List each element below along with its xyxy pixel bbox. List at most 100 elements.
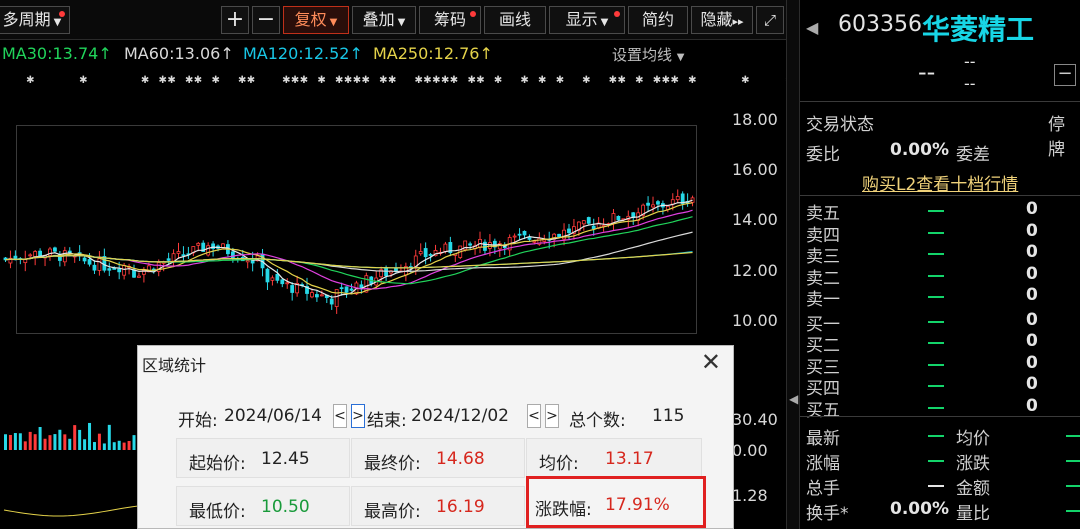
candle-body [171,253,176,262]
display-dropdown[interactable]: 显示 ▼ [549,6,625,34]
candle-body [122,264,127,276]
ma-line [5,216,693,285]
high-value: 16.19 [436,497,485,517]
candle-body [512,235,517,238]
buy-l2-link[interactable]: 购买L2查看十档行情 [862,170,1018,195]
start-label: 开始: [178,411,218,431]
chips-label: 筹码 [433,10,466,29]
end-label: 结束: [367,411,407,431]
volume-bar [132,435,136,450]
candle-body [92,264,97,271]
end-next-button[interactable]: > [545,404,559,428]
change-pct-value: 17.91% [605,495,670,515]
chevron-down-icon: ▼ [600,17,609,28]
volume-bar [107,424,111,450]
collapse-button[interactable]: − [1054,64,1076,86]
volume-value: 0 [1026,285,1038,305]
adjust-dropdown[interactable]: 复权 ▼ [283,6,349,34]
candle-body [107,268,112,271]
open-value: 12.45 [261,449,310,469]
volume-bar [73,425,77,450]
zoom-in-button[interactable]: + [221,6,249,34]
candle-body [586,217,591,224]
candle-body [656,201,660,205]
ma60-label: MA60:13.06↑ [124,44,234,63]
candle-body [117,268,122,273]
low-value: 10.50 [261,497,310,517]
stat-label: 量比 [956,504,990,524]
set-ma-button[interactable]: 设置均线 ▼ [612,44,685,65]
volume-value: 0 [1026,242,1038,262]
volume-bar [88,422,92,450]
volume-bar [97,433,101,450]
candle-body [82,257,87,262]
volume-bar [53,434,57,450]
volume-bar [117,440,121,450]
panel-divider[interactable]: ◀ [786,0,800,529]
candle-body [651,204,655,208]
hide-button[interactable]: 隐藏▸▸ [691,6,753,34]
volume-bar [92,442,96,450]
period-dropdown[interactable]: 多周期 ▼ [0,6,70,34]
notification-dot [59,11,65,17]
stat-placeholder [928,460,944,462]
candle-body [132,269,136,278]
event-markers: ✱ ✱ ✱ ✱✱ ✱✱ ✱ ✱✱ ✱✱✱ ✱ ✱✱✱✱ ✱✱ ✱✱✱✱✱ ✱✱ … [0,72,927,87]
chips-button[interactable]: 筹码 [419,6,481,34]
weicha-label: 委差 [956,145,990,165]
simple-button[interactable]: 简约 [628,6,688,34]
quote-panel [800,0,1080,529]
volume-bar [127,440,131,450]
stat-label: 金额 [956,479,990,499]
candle-body [334,289,339,307]
weibi-value: 0.00% [890,140,949,160]
adjust-label: 复权 [294,10,327,29]
high-price-cell: 最高价: 16.19 [351,486,525,526]
overlay-label: 叠加 [362,10,395,29]
candle-body [522,230,527,236]
candle-body [349,288,354,291]
overlay-dropdown[interactable]: 叠加 ▼ [352,6,416,34]
end-prev-button[interactable]: < [527,404,541,428]
avg-value: 13.17 [605,449,654,469]
avg-label: 均价: [539,454,579,474]
candle-body [616,215,621,221]
volume-bar [112,442,116,450]
volume-bar [122,442,126,450]
fullscreen-icon[interactable]: ⤢ [756,6,784,34]
volume-value: 0 [1026,220,1038,241]
candle-body [290,285,295,293]
volume-bar [43,438,47,450]
status-label: 交易状态 [806,115,874,135]
close-icon[interactable]: ✕ [701,348,721,376]
candle-body [48,248,52,256]
draw-button[interactable]: 画线 [484,6,546,34]
y-tick-label: 16.00 [732,160,778,179]
stock-name: 华菱精工 [922,13,1035,46]
stat-placeholder [928,435,944,437]
prev-stock-icon[interactable]: ◀ [806,18,818,37]
chevron-down-icon: ▼ [329,17,338,28]
candle-body [280,279,285,285]
stat-label: 涨跌 [956,454,990,474]
start-next-button[interactable]: > [351,404,365,428]
volume-bar [18,433,22,450]
zoom-out-button[interactable]: − [252,6,280,34]
candle-body [245,260,250,263]
candle-body [542,239,547,242]
candle-body [102,256,107,271]
start-prev-button[interactable]: < [333,404,347,428]
ma120-label: MA120:12.52↑ [243,44,363,63]
low-label: 最低价: [189,502,246,522]
candle-body [270,277,275,281]
volume-bar [83,439,87,450]
candle-body [581,220,586,225]
price-placeholder [928,320,944,323]
price-placeholder [928,342,944,344]
change-percent: -- [964,74,976,93]
stat-placeholder [928,485,944,487]
volume-value: 0 [1026,374,1038,394]
status-value: 停牌 [1048,115,1065,160]
total-label: 总个数: [569,411,626,431]
price-placeholder [928,253,944,255]
